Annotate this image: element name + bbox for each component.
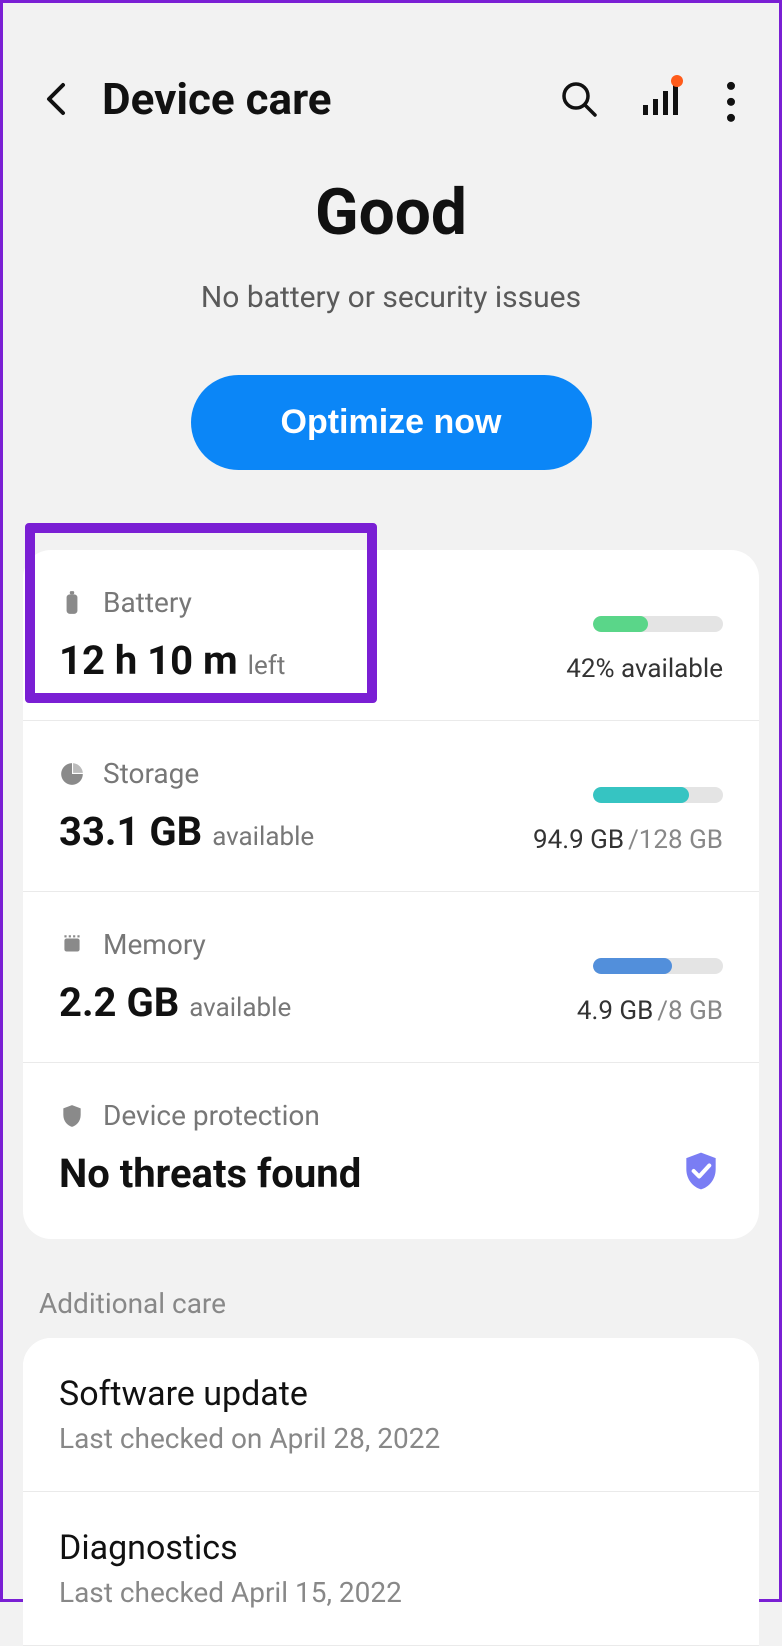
shield-icon: [59, 1103, 85, 1129]
storage-free-suffix: available: [212, 822, 314, 852]
battery-bar: [593, 616, 723, 632]
memory-free-suffix: available: [189, 993, 291, 1023]
protection-label: Device protection: [103, 1099, 320, 1132]
hero-section: Good No battery or security issues Optim…: [3, 155, 779, 530]
memory-label: Memory: [103, 928, 206, 961]
search-icon[interactable]: [559, 79, 599, 119]
battery-time: 12 h 10 m: [59, 637, 238, 684]
diagnostics-title: Diagnostics: [59, 1528, 723, 1568]
device-status: Good: [43, 175, 739, 250]
battery-percent-text: 42% available: [566, 654, 723, 684]
more-icon[interactable]: [723, 79, 739, 119]
storage-row[interactable]: Storage 33.1 GB available 94.9 GB /128 G…: [23, 721, 759, 892]
pie-icon: [59, 761, 85, 787]
additional-card: Software update Last checked on April 28…: [23, 1338, 759, 1646]
battery-label: Battery: [103, 586, 192, 619]
memory-free: 2.2 GB: [59, 979, 179, 1026]
memory-bar: [593, 958, 723, 974]
app-header: Device care: [3, 3, 779, 155]
memory-total: /8 GB: [657, 996, 723, 1026]
diagnostics-row[interactable]: Diagnostics Last checked April 15, 2022: [23, 1492, 759, 1646]
storage-used: 94.9 GB: [533, 825, 624, 855]
device-status-subtitle: No battery or security issues: [43, 280, 739, 315]
protection-status: No threats found: [59, 1150, 361, 1197]
memory-used: 4.9 GB: [577, 996, 653, 1026]
protection-row[interactable]: Device protection No threats found: [23, 1063, 759, 1239]
optimize-button[interactable]: Optimize now: [191, 375, 592, 470]
header-actions: [559, 79, 739, 119]
storage-free: 33.1 GB: [59, 808, 202, 855]
memory-row[interactable]: Memory 2.2 GB available 4.9 GB /8 GB: [23, 892, 759, 1063]
notification-dot-icon: [671, 75, 683, 87]
storage-label: Storage: [103, 757, 199, 790]
storage-bar: [593, 787, 723, 803]
stats-card: Battery 12 h 10 m left 42% available Sto…: [23, 550, 759, 1239]
back-icon[interactable]: [43, 81, 67, 117]
chip-icon: [59, 932, 85, 958]
additional-care-header: Additional care: [3, 1239, 779, 1338]
battery-row[interactable]: Battery 12 h 10 m left 42% available: [23, 550, 759, 721]
signal-bars-icon[interactable]: [641, 79, 681, 119]
diagnostics-sub: Last checked April 15, 2022: [59, 1576, 723, 1609]
shield-check-icon: [679, 1149, 723, 1193]
battery-time-suffix: left: [248, 651, 286, 681]
software-update-row[interactable]: Software update Last checked on April 28…: [23, 1338, 759, 1492]
page-title: Device care: [102, 73, 559, 125]
battery-icon: [59, 590, 85, 616]
storage-total: /128 GB: [628, 825, 723, 855]
software-update-title: Software update: [59, 1374, 723, 1414]
software-update-sub: Last checked on April 28, 2022: [59, 1422, 723, 1455]
